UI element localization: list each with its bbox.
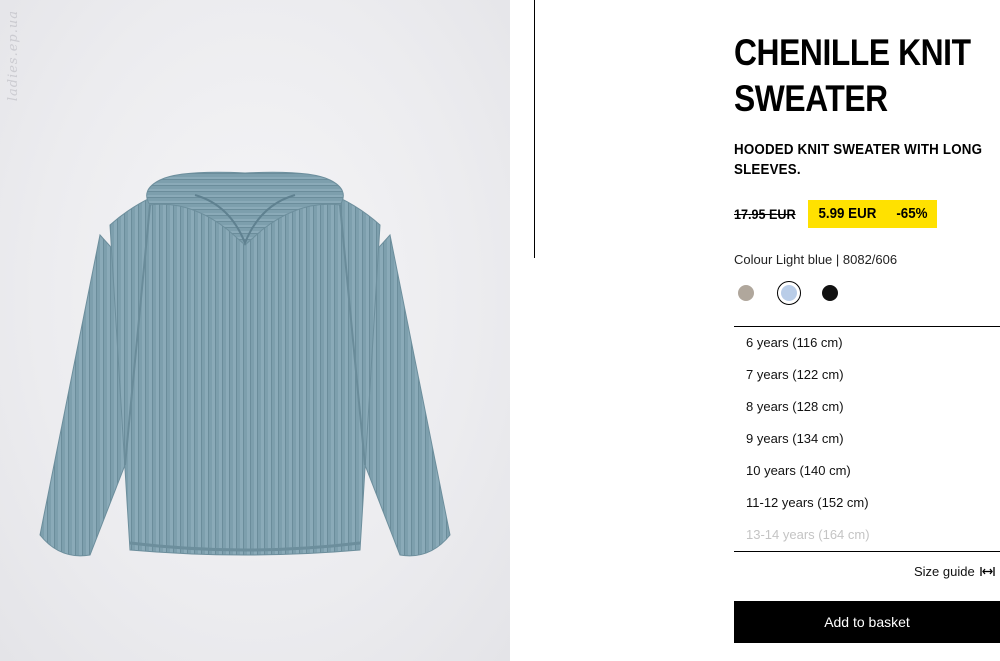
vertical-divider [534,0,535,258]
discount-percent: -65% [896,206,928,222]
add-to-basket-button[interactable]: Add to basket [734,601,1000,643]
size-option-6-years[interactable]: 6 years (116 cm) [746,333,843,353]
colour-swatch-beige-grey[interactable] [734,281,758,305]
ruler-arrows-icon [980,567,995,576]
product-image-panel: ladies.ep.ua [0,0,510,661]
watermark-text: ladies.ep.ua [6,10,21,102]
product-title-line1: CHENILLE KNIT [734,32,971,73]
size-option-9-years[interactable]: 9 years (134 cm) [746,429,844,449]
price-row: 17.95 EUR 5.99 EUR -65% [734,200,938,228]
product-description: HOODED KNIT SWEATER WITH LONG SLEEVES. [734,142,983,178]
product-title-line2: SWEATER [734,78,888,119]
colour-swatch-black[interactable] [818,281,842,305]
product-image [39,171,451,557]
product-title: CHENILLE KNIT SWEATER [734,30,971,122]
colour-swatch-light-blue[interactable] [777,281,801,305]
size-option-13-14-years: 13-14 years (164 cm) [746,527,870,542]
sale-badge: 5.99 EUR -65% [808,200,938,228]
size-option-10-years[interactable]: 10 years (140 cm) [746,461,851,481]
size-option-7-years[interactable]: 7 years (122 cm) [746,365,844,385]
sale-price: 5.99 EUR [818,206,877,222]
size-option-8-years[interactable]: 8 years (128 cm) [746,397,844,417]
colour-label: Colour Light blue | 8082/606 [734,252,898,267]
size-list: 6 years (116 cm) 7 years (122 cm) 8 year… [734,326,1000,552]
old-price: 17.95 EUR [734,206,796,222]
size-option-11-12-years[interactable]: 11-12 years (152 cm) [746,493,869,513]
size-guide-label: Size guide [914,564,975,579]
size-guide-link[interactable]: Size guide [914,564,995,579]
